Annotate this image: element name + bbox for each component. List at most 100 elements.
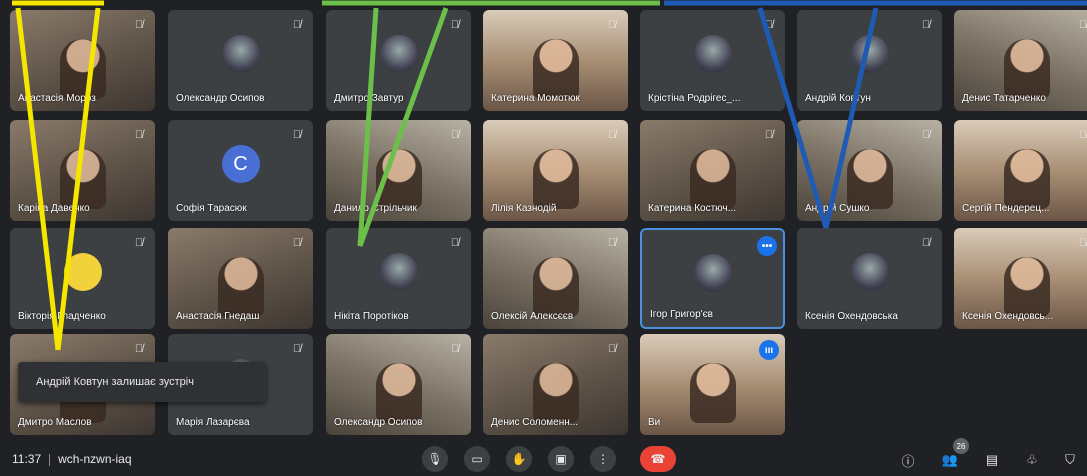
mic-muted-icon: 🎙̸	[134, 129, 144, 141]
raise-hand-button[interactable]: ✋	[506, 446, 532, 472]
hand-icon: ✋	[511, 452, 527, 466]
participant-tile[interactable]: 🎙̸ Дмитро Завтур	[326, 10, 471, 111]
speaking-indicator-icon: ııı	[759, 340, 779, 360]
microphone-icon: 🎙	[427, 452, 443, 466]
participant-video	[532, 38, 579, 99]
avatar	[693, 253, 732, 292]
participant-tile[interactable]: 🎙̸ Данило Стрільчик	[326, 120, 471, 221]
participant-name: Олексій Алексєєв	[491, 311, 574, 322]
participant-name: Софія Тарасюк	[176, 203, 247, 214]
meeting-info: 11:37 wch-nzwn-iaq	[12, 452, 132, 466]
participant-video	[1003, 38, 1050, 99]
participant-tile[interactable]: 🎙̸ Андрій Ковтун	[797, 10, 942, 111]
end-call-button[interactable]: ☎	[640, 446, 676, 472]
mic-muted-icon: 🎙̸	[1078, 19, 1087, 31]
participant-name: Сергій Пендерец...	[962, 203, 1050, 214]
present-button[interactable]: ▣	[548, 446, 574, 472]
avatar	[63, 253, 102, 292]
host-controls-button[interactable]: ⛉	[1060, 450, 1080, 470]
leave-notification-toast: Андрій Ковтун залишає зустріч	[18, 362, 266, 402]
participant-tile[interactable]: 🎙̸ Анастасія Мороз	[10, 10, 155, 111]
bottom-control-bar: 11:37 wch-nzwn-iaq 🎙 ▭ ✋ ▣ ⋮ ☎ ⓘ 👥 26 ▤ ♧…	[0, 438, 1087, 476]
participant-tile[interactable]: 🎙̸ Олександр Осипов	[326, 334, 471, 435]
participant-name: Нікіта Поротіков	[334, 311, 409, 322]
meeting-details-button[interactable]: ⓘ	[898, 450, 918, 470]
participant-tile[interactable]: ••• Ігор Григор'єв	[640, 228, 785, 329]
participant-video	[217, 256, 264, 317]
participant-name: Марія Лазарєва	[176, 417, 250, 428]
participant-name: Катерина Костюч...	[648, 203, 736, 214]
mic-muted-icon: 🎙̸	[921, 19, 931, 31]
divider	[49, 453, 51, 466]
participant-tile[interactable]: 🎙̸ Вікторія Гладченко	[10, 228, 155, 329]
microphone-button[interactable]: 🎙	[422, 446, 448, 472]
participant-name: Каріна Давенко	[18, 203, 90, 214]
participant-name: Денис Татарченко	[962, 93, 1046, 104]
mic-muted-icon: 🎙̸	[292, 343, 302, 355]
participant-tile[interactable]: 🎙̸ Катерина Костюч...	[640, 120, 785, 221]
mic-muted-icon: 🎙̸	[450, 19, 460, 31]
toast-text: Андрій Ковтун залишає зустріч	[36, 376, 194, 388]
participant-video	[59, 38, 106, 99]
participant-tile[interactable]: 🎙̸ Денис Соломенн...	[483, 334, 628, 435]
participant-name: Анастасія Гнедаш	[176, 311, 260, 322]
more-vertical-icon: ⋮	[597, 452, 609, 466]
participant-tile[interactable]: 🎙̸ Катерина Момотюк	[483, 10, 628, 111]
camera-button[interactable]: ▭	[464, 446, 490, 472]
mic-muted-icon: 🎙̸	[764, 129, 774, 141]
avatar: C	[221, 145, 260, 184]
participant-tile[interactable]: 🎙̸ Крістіна Родрігес_...	[640, 10, 785, 111]
participant-tile[interactable]: 🎙̸ Сергій Пендерец...	[954, 120, 1087, 221]
participant-tile[interactable]: 🎙̸ Олександр Осипов	[168, 10, 313, 111]
participant-tile[interactable]: 🎙̸ Ксенія Охендовсь...	[954, 228, 1087, 329]
mic-muted-icon: 🎙̸	[292, 19, 302, 31]
mic-muted-icon: 🎙̸	[134, 343, 144, 355]
participant-name: Ігор Григор'єв	[650, 309, 713, 320]
participant-video	[846, 148, 893, 209]
mic-muted-icon: 🎙̸	[292, 237, 302, 249]
camera-icon: ▭	[471, 452, 483, 466]
participant-video	[375, 362, 422, 423]
mic-muted-icon: 🎙̸	[134, 19, 144, 31]
participant-name: Дмитро Маслов	[18, 417, 92, 428]
more-options-button[interactable]: ⋮	[590, 446, 616, 472]
mic-muted-icon: 🎙̸	[450, 343, 460, 355]
participant-tile[interactable]: 🎙̸ Каріна Давенко	[10, 120, 155, 221]
participant-video	[532, 362, 579, 423]
mic-muted-icon: 🎙̸	[450, 129, 460, 141]
participant-name: Вікторія Гладченко	[18, 311, 106, 322]
activities-icon: ♧	[1026, 452, 1038, 467]
mic-muted-icon: 🎙̸	[607, 237, 617, 249]
participant-tile[interactable]: 🎙̸ Нікіта Поротіков	[326, 228, 471, 329]
more-options-icon[interactable]: •••	[757, 236, 777, 256]
participant-video	[59, 148, 106, 209]
people-count-badge: 26	[953, 438, 969, 454]
participant-tile[interactable]: 🎙̸ Андрій Сушко	[797, 120, 942, 221]
participant-tile[interactable]: ııı Ви	[640, 334, 785, 435]
participant-video	[689, 148, 736, 209]
chat-icon: ▤	[985, 452, 999, 467]
participant-tile[interactable]: 🎙̸ Денис Татарченко	[954, 10, 1087, 111]
participant-tile[interactable]: 🎙̸ Лілія Казнодій	[483, 120, 628, 221]
activities-button[interactable]: ♧	[1022, 450, 1042, 470]
participant-tile[interactable]: 🎙̸ Анастасія Гнедаш	[168, 228, 313, 329]
participant-video	[1003, 148, 1050, 209]
participant-name: Ви	[648, 417, 661, 428]
participant-name: Катерина Момотюк	[491, 93, 580, 104]
participant-tile[interactable]: C 🎙̸ Софія Тарасюк	[168, 120, 313, 221]
people-icon: 👥	[941, 452, 959, 467]
chat-button[interactable]: ▤	[982, 450, 1002, 470]
mic-muted-icon: 🎙̸	[607, 343, 617, 355]
participant-tile[interactable]: 🎙̸ Ксенія Охендовська	[797, 228, 942, 329]
participant-name: Олександр Осипов	[334, 417, 423, 428]
avatar	[221, 35, 260, 74]
participant-name: Крістіна Родрігес_...	[648, 93, 741, 104]
participant-video	[689, 362, 736, 423]
participant-name: Олександр Осипов	[176, 93, 265, 104]
present-icon: ▣	[555, 452, 567, 466]
avatar	[850, 253, 889, 292]
participant-name: Анастасія Мороз	[18, 93, 96, 104]
avatar	[379, 35, 418, 74]
participant-tile[interactable]: 🎙̸ Олексій Алексєєв	[483, 228, 628, 329]
participant-name: Данило Стрільчик	[334, 203, 417, 214]
